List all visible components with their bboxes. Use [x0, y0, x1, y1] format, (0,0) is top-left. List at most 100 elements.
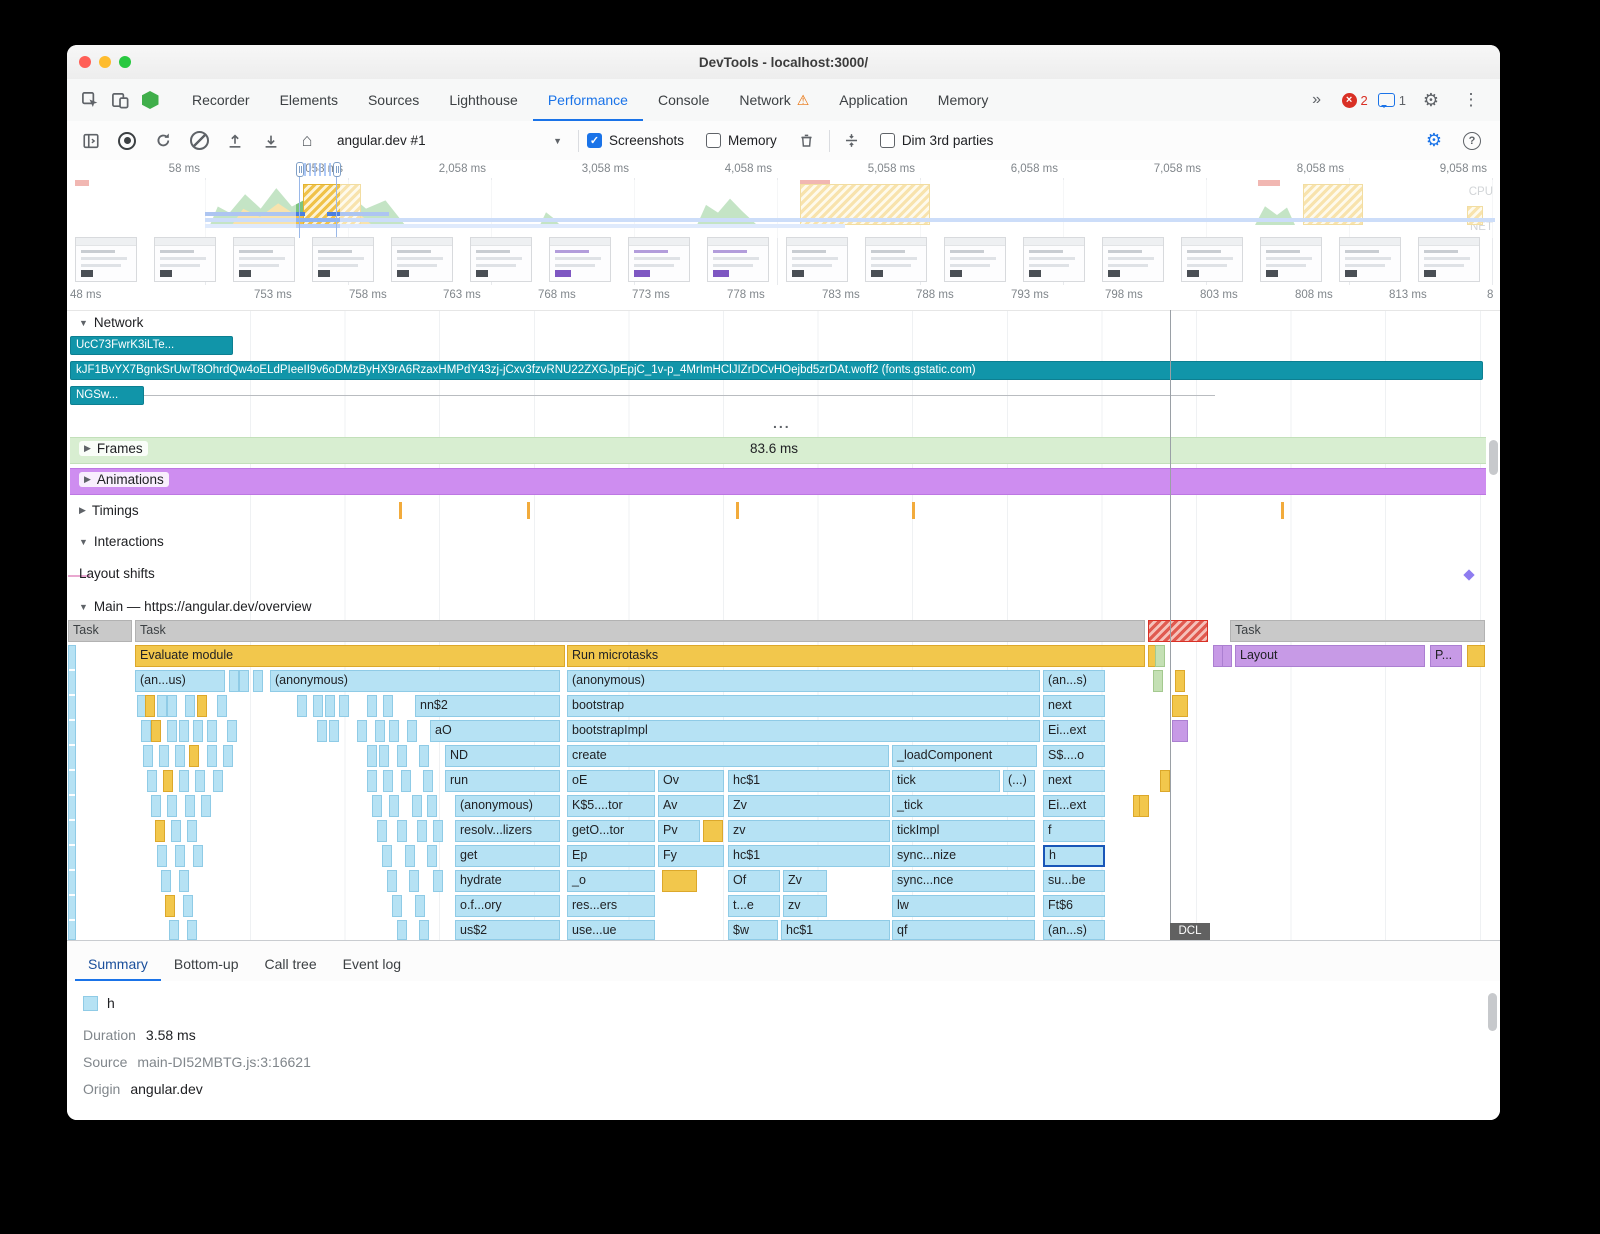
tab-performance[interactable]: Performance: [533, 79, 643, 121]
help-icon[interactable]: ?: [1458, 128, 1486, 154]
screenshot-thumbnail[interactable]: [944, 237, 1006, 282]
flame-frame[interactable]: resolv...lizers: [455, 820, 560, 842]
screenshot-thumbnail[interactable]: [75, 237, 137, 282]
tab-application[interactable]: Application: [824, 79, 923, 121]
flame-frame[interactable]: [317, 720, 327, 742]
flame-frame[interactable]: Of: [728, 870, 780, 892]
flame-frame[interactable]: [229, 670, 239, 692]
tab-console[interactable]: Console: [643, 79, 724, 121]
flame-frame[interactable]: [325, 695, 335, 717]
flame-frame[interactable]: [382, 845, 392, 867]
tab-call-tree[interactable]: Call tree: [252, 947, 330, 981]
flame-frame[interactable]: [379, 745, 389, 767]
screenshot-thumbnail[interactable]: [1181, 237, 1243, 282]
flame-frame[interactable]: sync...nize: [892, 845, 1035, 867]
flame-frame[interactable]: su...be: [1043, 870, 1105, 892]
flame-frame[interactable]: Ep: [567, 845, 655, 867]
dim-third-parties-checkbox[interactable]: Dim 3rd parties: [880, 133, 994, 148]
flame-frame[interactable]: [161, 870, 171, 892]
screenshot-thumbnail[interactable]: [1418, 237, 1480, 282]
flame-frame[interactable]: [392, 895, 402, 917]
save-profile-icon[interactable]: [257, 128, 285, 154]
flame-frame[interactable]: tickImpl: [892, 820, 1035, 842]
network-request-bar[interactable]: NGSw...: [70, 386, 144, 405]
flame-frame[interactable]: [367, 695, 377, 717]
flame-frame[interactable]: res...ers: [567, 895, 655, 917]
flame-frame[interactable]: (an...s): [1043, 670, 1105, 692]
flame-frame[interactable]: qf: [892, 920, 1035, 940]
flame-frame[interactable]: f: [1043, 820, 1105, 842]
flame-frame[interactable]: Evaluate module: [135, 645, 565, 667]
layout-shifts-track-header[interactable]: Layout shifts: [79, 566, 155, 581]
screenshot-thumbnail[interactable]: [391, 237, 453, 282]
flame-frame[interactable]: Fy: [658, 845, 724, 867]
flame-frame-selected[interactable]: h: [1043, 845, 1105, 867]
flame-frame[interactable]: [1467, 645, 1485, 667]
summary-scrollbar-thumb[interactable]: [1488, 993, 1497, 1031]
network-track-header[interactable]: ▼ Network: [79, 315, 143, 330]
flame-frame[interactable]: P...: [1430, 645, 1462, 667]
flame-frame[interactable]: [175, 845, 185, 867]
flame-frame[interactable]: [169, 920, 179, 940]
screenshot-thumbnail[interactable]: [1102, 237, 1164, 282]
flame-frame[interactable]: [357, 720, 367, 742]
flame-frame[interactable]: [183, 895, 193, 917]
flame-frame[interactable]: [157, 695, 167, 717]
network-request-bar[interactable]: UcC73FwrK3iLTe...: [70, 336, 233, 355]
clear-icon[interactable]: [185, 128, 213, 154]
flame-frame[interactable]: [157, 845, 167, 867]
flame-frame[interactable]: [227, 720, 237, 742]
flame-frame[interactable]: [339, 695, 349, 717]
memory-checkbox[interactable]: Memory: [706, 133, 777, 148]
flame-frame[interactable]: (an...s): [1043, 920, 1105, 940]
screenshot-thumbnail[interactable]: [1023, 237, 1085, 282]
flame-frame[interactable]: [187, 820, 197, 842]
flame-frame[interactable]: [163, 770, 173, 792]
timing-marker[interactable]: [912, 502, 915, 519]
flame-frame[interactable]: [239, 670, 249, 692]
flame-frame[interactable]: [427, 795, 437, 817]
flame-frame[interactable]: [197, 695, 207, 717]
flame-frame[interactable]: [427, 845, 437, 867]
flame-frame[interactable]: K$5....tor: [567, 795, 655, 817]
flame-frame[interactable]: [193, 720, 203, 742]
timing-marker[interactable]: [1281, 502, 1284, 519]
flame-frame[interactable]: nn$2: [415, 695, 560, 717]
timing-marker[interactable]: [399, 502, 402, 519]
flame-frame[interactable]: us$2: [455, 920, 560, 940]
flame-frame[interactable]: [397, 820, 407, 842]
flame-frame[interactable]: [1153, 670, 1163, 692]
flame-frame[interactable]: [419, 920, 429, 940]
inspect-icon[interactable]: [75, 85, 105, 115]
flame-frame[interactable]: _o: [567, 870, 655, 892]
flame-frame[interactable]: Task: [135, 620, 1145, 642]
flame-frame[interactable]: create: [567, 745, 889, 767]
tab-elements[interactable]: Elements: [265, 79, 353, 121]
flame-frame[interactable]: [195, 770, 205, 792]
screenshot-thumbnail[interactable]: [312, 237, 374, 282]
flame-frame[interactable]: (anonymous): [455, 795, 560, 817]
screenshot-thumbnail[interactable]: [707, 237, 769, 282]
flame-frame[interactable]: next: [1043, 695, 1105, 717]
flame-frame[interactable]: [151, 720, 161, 742]
flame-frame[interactable]: Ov: [658, 770, 724, 792]
flame-frame[interactable]: lw: [892, 895, 1035, 917]
flame-frame[interactable]: [179, 720, 189, 742]
flame-frame[interactable]: [171, 820, 181, 842]
flame-frame[interactable]: [417, 820, 427, 842]
flame-frame[interactable]: Av: [658, 795, 724, 817]
flame-frame[interactable]: [201, 795, 211, 817]
flame-frame[interactable]: [405, 845, 415, 867]
flame-frame[interactable]: [401, 770, 411, 792]
screenshots-checkbox[interactable]: ✓ Screenshots: [587, 133, 684, 148]
capture-settings-gear-icon[interactable]: ⚙: [1420, 128, 1448, 154]
flame-frame[interactable]: [207, 745, 217, 767]
flame-frame[interactable]: (an...us): [135, 670, 225, 692]
flame-frame[interactable]: getO...tor: [567, 820, 655, 842]
flame-frame[interactable]: [433, 870, 443, 892]
main-thread-track-header[interactable]: ▼ Main — https://angular.dev/overview: [79, 599, 312, 614]
settings-gear-icon[interactable]: ⚙: [1416, 85, 1446, 115]
flame-frame[interactable]: [189, 745, 199, 767]
flame-frame[interactable]: [329, 720, 339, 742]
network-more-indicator[interactable]: ...: [773, 415, 791, 431]
